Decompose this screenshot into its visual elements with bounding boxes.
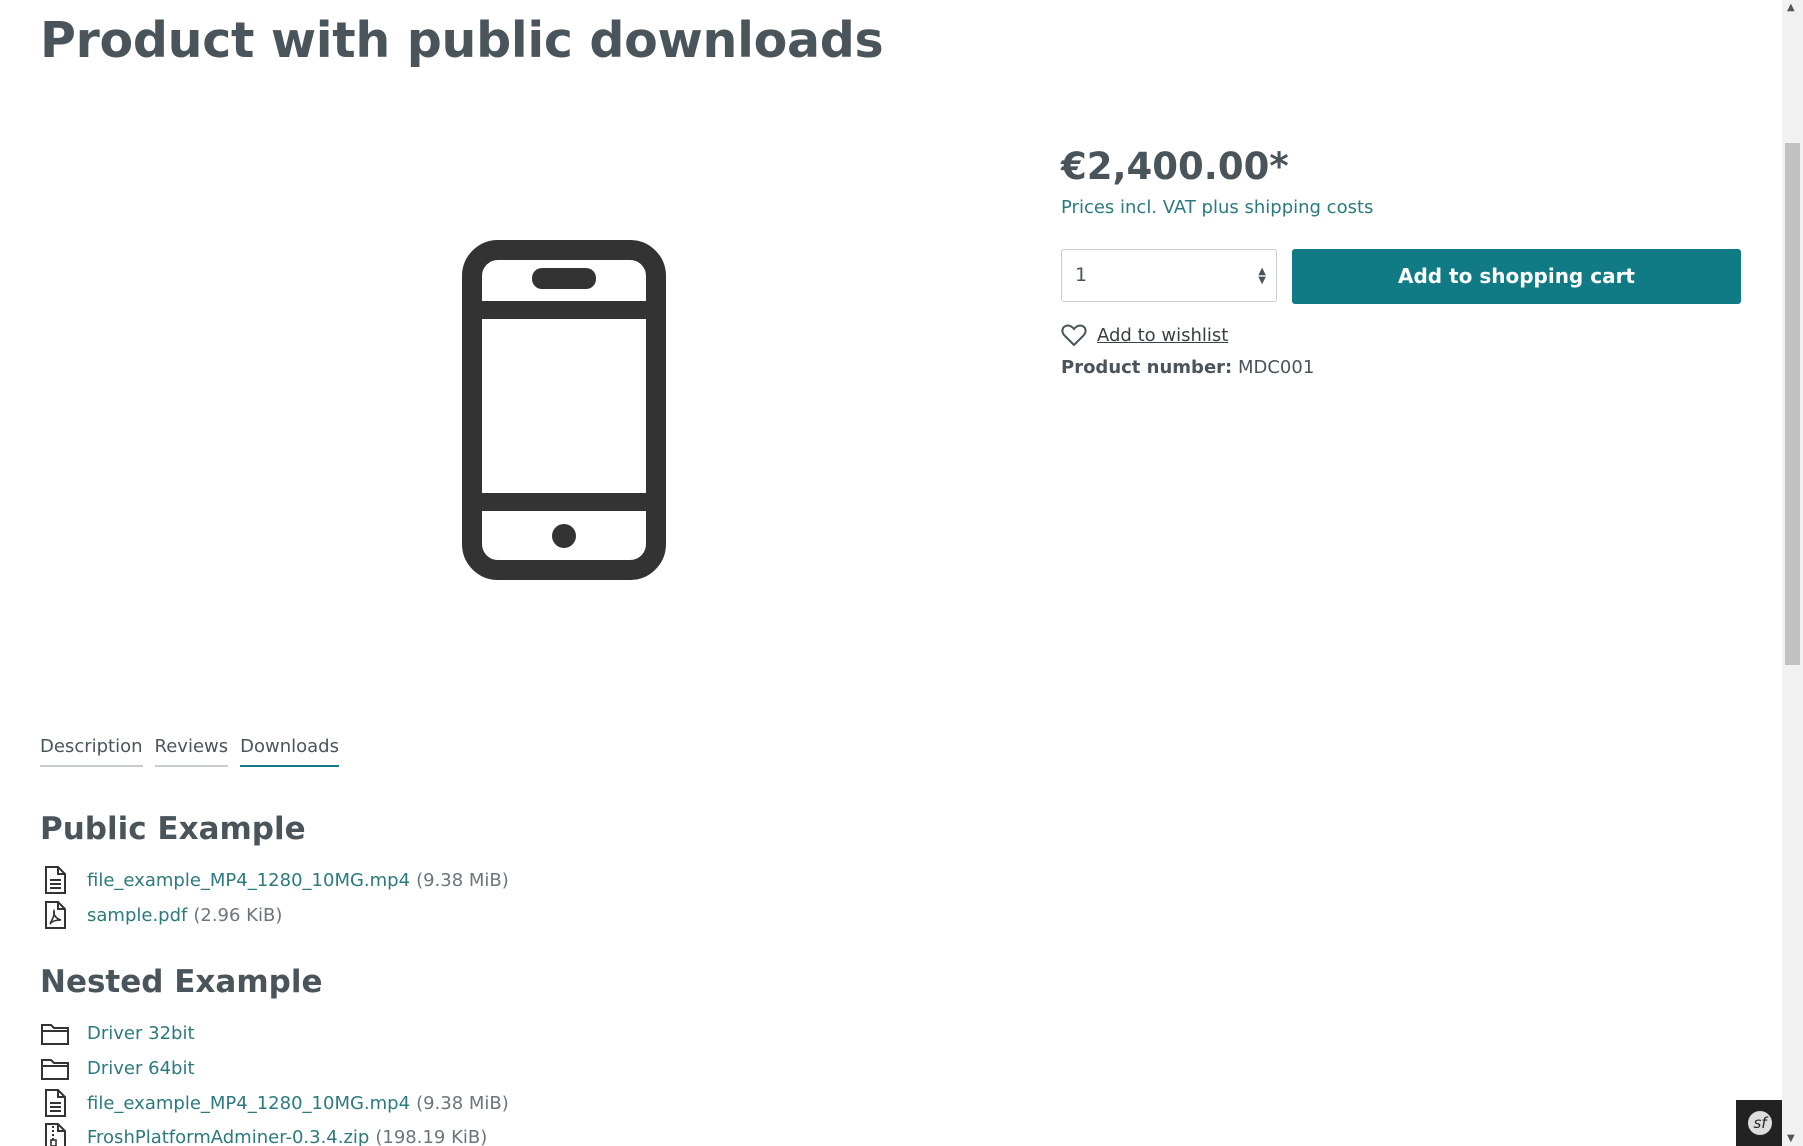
download-link[interactable]: file_example_MP4_1280_10MG.mp4 bbox=[87, 870, 410, 891]
buy-box: €2,400.00* Prices incl. VAT plus shippin… bbox=[1061, 140, 1741, 378]
buy-form: 1 ▲ ▼ Add to shopping cart bbox=[1061, 249, 1741, 304]
nested-downloads-section: Nested Example Driver 32bit Driver 64bit bbox=[40, 964, 509, 1146]
document-icon bbox=[45, 1089, 66, 1117]
file-size: (9.38 MiB) bbox=[416, 1092, 509, 1114]
add-to-wishlist-button[interactable]: Add to wishlist bbox=[1061, 324, 1228, 347]
folder-item: Driver 32bit bbox=[40, 1018, 195, 1048]
document-icon bbox=[45, 866, 66, 894]
scroll-down-arrow-icon[interactable]: ▼ bbox=[1787, 1133, 1795, 1144]
product-number: Product number: MDC001 bbox=[1061, 357, 1314, 378]
heart-icon bbox=[1061, 324, 1087, 347]
page-title: Product with public downloads bbox=[40, 12, 884, 69]
download-link[interactable]: file_example_MP4_1280_10MG.mp4 bbox=[87, 1093, 410, 1114]
zip-file-icon bbox=[45, 1123, 66, 1146]
folder-icon bbox=[41, 1059, 69, 1080]
section-heading: Nested Example bbox=[40, 964, 323, 1000]
tax-shipping-link[interactable]: Prices incl. VAT plus shipping costs bbox=[1061, 197, 1741, 218]
tab-downloads[interactable]: Downloads bbox=[240, 736, 339, 767]
file-size: (2.96 KiB) bbox=[193, 904, 283, 926]
product-number-value: MDC001 bbox=[1237, 357, 1315, 378]
section-heading: Public Example bbox=[40, 811, 306, 847]
product-number-label: Product number: bbox=[1061, 357, 1233, 378]
product-price: €2,400.00* bbox=[1061, 145, 1289, 188]
download-item: FroshPlatformAdminer-0.3.4.zip (198.19 K… bbox=[40, 1122, 487, 1146]
product-detail-tabs: Description Reviews Downloads bbox=[40, 736, 339, 767]
scrollbar-thumb[interactable] bbox=[1785, 143, 1800, 665]
tab-reviews[interactable]: Reviews bbox=[154, 736, 229, 767]
vertical-scrollbar[interactable]: ▲ ▼ bbox=[1782, 0, 1803, 1146]
quantity-value: 1 bbox=[1075, 264, 1088, 286]
tab-description[interactable]: Description bbox=[40, 736, 143, 767]
select-arrows-icon: ▲ ▼ bbox=[1258, 266, 1266, 286]
pdf-file-icon bbox=[45, 901, 66, 929]
scroll-up-arrow-icon[interactable]: ▲ bbox=[1787, 2, 1795, 13]
download-link[interactable]: FroshPlatformAdminer-0.3.4.zip bbox=[87, 1127, 369, 1146]
wishlist-label: Add to wishlist bbox=[1097, 325, 1229, 346]
download-item: sample.pdf (2.96 KiB) bbox=[40, 900, 282, 930]
download-link[interactable]: sample.pdf bbox=[87, 905, 187, 926]
folder-link[interactable]: Driver 32bit bbox=[87, 1023, 195, 1044]
product-page: Product with public downloads €2,400.00*… bbox=[0, 0, 1782, 1146]
folder-link[interactable]: Driver 64bit bbox=[87, 1058, 195, 1079]
symfony-logo-icon: sf bbox=[1748, 1111, 1772, 1135]
folder-item: Driver 64bit bbox=[40, 1053, 195, 1083]
product-image-gallery bbox=[40, 130, 1010, 690]
smartphone-icon bbox=[462, 240, 666, 580]
quantity-select[interactable]: 1 ▲ ▼ bbox=[1061, 249, 1277, 302]
public-downloads-section: Public Example file_example_MP4_1280_10M… bbox=[40, 811, 509, 929]
add-to-cart-button[interactable]: Add to shopping cart bbox=[1292, 249, 1741, 304]
download-item: file_example_MP4_1280_10MG.mp4 (9.38 MiB… bbox=[40, 865, 509, 895]
file-size: (198.19 KiB) bbox=[375, 1126, 488, 1146]
folder-icon bbox=[41, 1024, 69, 1045]
file-size: (9.38 MiB) bbox=[416, 869, 509, 891]
download-item: file_example_MP4_1280_10MG.mp4 (9.38 MiB… bbox=[40, 1088, 509, 1118]
symfony-debug-toolbar-button[interactable]: sf bbox=[1736, 1100, 1782, 1146]
